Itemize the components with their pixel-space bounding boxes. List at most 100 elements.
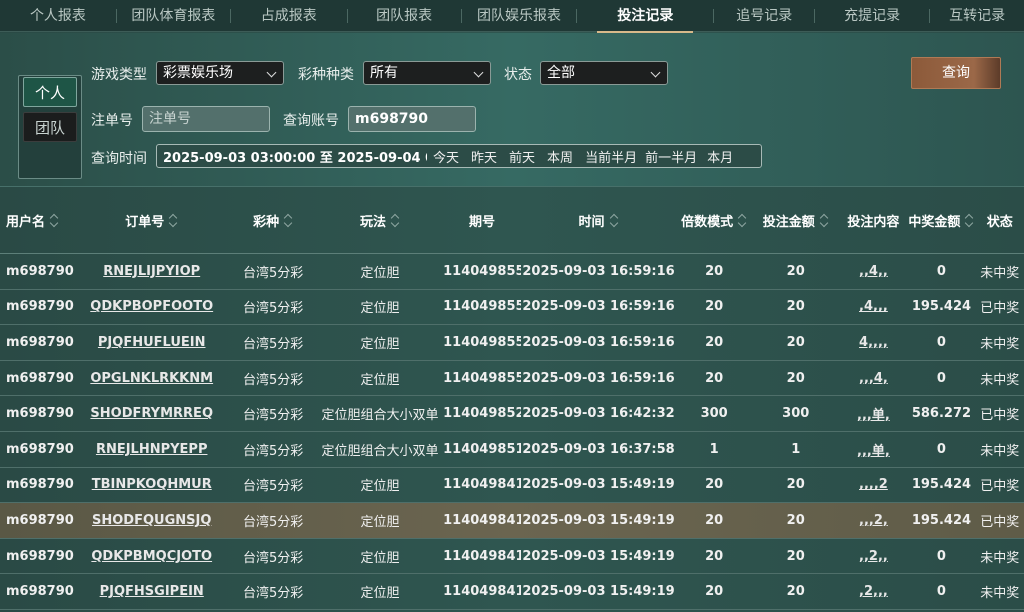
table-row[interactable]: m698790 PJQFHUFLUEIN 台湾5分彩 定位胆 114049855 2025… <box>0 325 1024 361</box>
col-multiplier[interactable]: 倍数模式 <box>676 211 752 230</box>
cell-order-number[interactable]: RNEJLIJPYIOP <box>74 264 229 279</box>
cell-order-number[interactable]: PJQFHSGIPEIN <box>74 584 229 599</box>
col-win-amount[interactable]: 中奖金额 <box>907 211 975 230</box>
cell-bet-amount: 20 <box>786 548 805 564</box>
sort-icon[interactable] <box>964 214 974 228</box>
search-button[interactable]: 查询 <box>911 57 1001 89</box>
cell-time: 2025-09-03 15:49:19 <box>522 584 675 600</box>
cell-issue: 114049841 <box>443 512 521 528</box>
cell-bet-content[interactable]: ,4,,, <box>839 299 907 314</box>
cell-issue: 114049841 <box>443 584 521 600</box>
report-tabs: 个人报表 团队体育报表 占成报表 团队报表 团队娱乐报表 投注记录 追号记录 充… <box>0 0 1024 33</box>
cell-order-number[interactable]: PJQFHUFLUEIN <box>74 335 229 350</box>
cell-bet-content[interactable]: ,2,,, <box>839 584 907 599</box>
quick-current-half-month[interactable]: 当前半月 <box>585 147 637 166</box>
cell-bet-content[interactable]: ,,4,, <box>839 264 907 279</box>
cell-issue: 114049855 <box>443 299 521 315</box>
cell-multiplier: 20 <box>705 512 724 528</box>
cell-bet-content[interactable]: ,,2,, <box>839 549 907 564</box>
col-bet-amount[interactable]: 投注金额 <box>752 211 839 230</box>
col-order-number[interactable]: 订单号 <box>74 211 229 230</box>
chevron-down-icon <box>473 67 484 78</box>
scope-team-button[interactable]: 团队 <box>23 112 77 142</box>
sort-icon[interactable] <box>283 214 293 228</box>
tab-team-sports-report[interactable]: 团队体育报表 <box>117 0 230 32</box>
col-play-type[interactable]: 玩法 <box>317 211 443 230</box>
quick-this-month[interactable]: 本月 <box>707 147 733 166</box>
cell-bet-content[interactable]: ,,,单, <box>839 440 907 459</box>
col-lottery[interactable]: 彩种 <box>229 211 316 230</box>
quick-previous-half-month[interactable]: 前一半月 <box>645 147 697 166</box>
sort-icon[interactable] <box>737 214 747 228</box>
cell-order-number[interactable]: QDKPBMQCJOTO <box>74 549 229 564</box>
status-select[interactable]: 全部 <box>540 61 668 85</box>
cell-lottery: 台湾5分彩 <box>242 336 304 352</box>
quick-day-before[interactable]: 前天 <box>509 147 535 166</box>
cell-bet-content[interactable]: ,,,2, <box>839 513 907 528</box>
tab-team-report[interactable]: 团队报表 <box>348 0 461 32</box>
sort-icon[interactable] <box>390 214 400 228</box>
cell-order-number[interactable]: SHODFQUGNSJQ <box>74 513 229 528</box>
cell-win-amount: 0 <box>936 370 946 386</box>
cell-username: m698790 <box>6 406 74 422</box>
cell-status: 已中奖 <box>980 514 1020 530</box>
table-row[interactable]: m698790 SHODFRYMRREQ 台湾5分彩 定位胆组合大小双单 1140498… <box>0 396 1024 432</box>
date-range-picker[interactable]: 2025-09-03 03:00:00 至 2025-09-04 03:00:(… <box>156 144 762 168</box>
cell-issue: 114049852 <box>443 406 521 422</box>
cell-username: m698790 <box>6 477 74 493</box>
cell-order-number[interactable]: RNEJLHNPYEPP <box>74 442 229 457</box>
table-row[interactable]: m698790 OPGLNKLRKKNM 台湾5分彩 定位胆 114049855 2025… <box>0 361 1024 397</box>
cell-lottery: 台湾5分彩 <box>242 408 304 424</box>
cell-bet-content[interactable]: 4,,,, <box>839 335 907 350</box>
cell-time: 2025-09-03 16:59:16 <box>522 299 675 315</box>
col-time[interactable]: 时间 <box>521 211 676 230</box>
table-header: 用户名 订单号 彩种 玩法 期号 时间 倍数模式 投注金额 投注内容 中奖金额 … <box>0 188 1024 254</box>
col-label: 用户名 <box>6 215 46 230</box>
table-row[interactable]: m698790 QDKPBMQCJOTO 台湾5分彩 定位胆 114049841 2025… <box>0 539 1024 575</box>
cell-issue: 114049855 <box>443 370 521 386</box>
table-row[interactable]: m698790 PJQFHSGIPEIN 台湾5分彩 定位胆 114049841 2025… <box>0 574 1024 610</box>
cell-win-amount: 0 <box>936 334 946 350</box>
cell-order-number[interactable]: TBINPKOQHMUR <box>74 477 229 492</box>
sort-icon[interactable] <box>819 214 829 228</box>
game-type-select[interactable]: 彩票娱乐场 <box>156 61 284 85</box>
quick-yesterday[interactable]: 昨天 <box>471 147 497 166</box>
table-row[interactable]: m698790 QDKPBOPFOOTO 台湾5分彩 定位胆 114049855 2025… <box>0 290 1024 326</box>
sort-icon[interactable] <box>49 214 59 228</box>
account-input[interactable]: m698790 <box>348 106 476 132</box>
cell-time: 2025-09-03 15:49:19 <box>522 477 675 493</box>
cell-bet-content[interactable]: ,,,4, <box>839 371 907 386</box>
table-row[interactable]: m698790 TBINPKOQHMUR 台湾5分彩 定位胆 114049841 2025… <box>0 468 1024 504</box>
tab-share-report[interactable]: 占成报表 <box>231 0 347 32</box>
cell-order-number[interactable]: SHODFRYMRREQ <box>74 406 229 421</box>
table-row[interactable]: m698790 RNEJLHNPYEPP 台湾5分彩 定位胆组合大小双单 1140498… <box>0 432 1024 468</box>
tab-chase-records[interactable]: 追号记录 <box>714 0 814 32</box>
table-row[interactable]: m698790 SHODFQUGNSJQ 台湾5分彩 定位胆 114049841 2025… <box>0 503 1024 539</box>
table-row[interactable]: m698790 RNEJLIJPYIOP 台湾5分彩 定位胆 114049855 2025… <box>0 254 1024 290</box>
tab-bet-records[interactable]: 投注记录 <box>577 0 713 33</box>
tab-team-entertainment-report[interactable]: 团队娱乐报表 <box>462 0 577 32</box>
cell-order-number[interactable]: OPGLNKLRKKNM <box>74 371 229 386</box>
tab-transfer-records[interactable]: 互转记录 <box>930 0 1024 32</box>
cell-bet-amount: 20 <box>786 299 805 315</box>
tab-personal-report[interactable]: 个人报表 <box>0 0 116 32</box>
cell-multiplier: 20 <box>705 334 724 350</box>
col-username[interactable]: 用户名 <box>0 211 74 230</box>
order-number-input[interactable]: 注单号 <box>142 106 270 132</box>
date-range-value[interactable]: 2025-09-03 03:00:00 至 2025-09-04 03:00:( <box>157 147 427 166</box>
quick-today[interactable]: 今天 <box>433 147 459 166</box>
sort-icon[interactable] <box>609 214 619 228</box>
cell-bet-content[interactable]: ,,,,2 <box>839 477 907 492</box>
cell-username: m698790 <box>6 334 74 350</box>
cell-issue: 114049841 <box>443 548 521 564</box>
cell-multiplier: 20 <box>705 263 724 279</box>
quick-this-week[interactable]: 本周 <box>547 147 573 166</box>
scope-personal-button[interactable]: 个人 <box>23 77 77 107</box>
cell-order-number[interactable]: QDKPBOPFOOTO <box>74 299 229 314</box>
cell-lottery: 台湾5分彩 <box>242 443 304 459</box>
sort-icon[interactable] <box>168 214 178 228</box>
cell-bet-content[interactable]: ,,,单, <box>839 404 907 423</box>
tab-deposit-withdraw-records[interactable]: 充提记录 <box>815 0 929 32</box>
lottery-kind-select[interactable]: 所有 <box>363 61 491 85</box>
cell-status: 已中奖 <box>980 479 1020 495</box>
